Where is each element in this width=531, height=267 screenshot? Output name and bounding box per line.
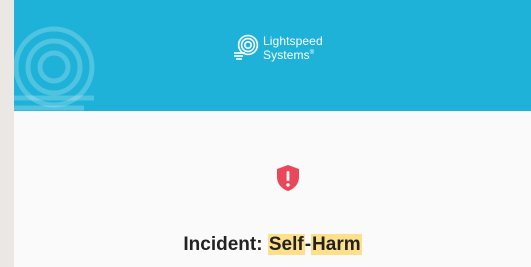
- shield-alert-icon: [277, 165, 299, 191]
- brand-line-2: Systems®: [263, 48, 315, 62]
- incident-title: Incident: Self-Harm: [14, 234, 531, 256]
- incident-term-harm: Harm: [311, 234, 362, 255]
- incident-prefix: Incident:: [183, 234, 263, 255]
- watermark-logo-icon: [14, 26, 95, 111]
- brand-name: Lightspeed Systems®: [263, 35, 323, 61]
- brand-logo: Lightspeed Systems®: [233, 34, 323, 62]
- brand-line-1: Lightspeed: [263, 34, 323, 48]
- email-card: Lightspeed Systems® Incident: Self-Harm: [14, 0, 531, 267]
- header-banner: Lightspeed Systems®: [14, 0, 531, 111]
- email-preview: Lightspeed Systems® Incident: Self-Harm: [0, 0, 531, 267]
- registered-mark: ®: [309, 50, 315, 56]
- incident-term-self: Self: [267, 234, 305, 255]
- lightspeed-logo-icon: [234, 34, 259, 60]
